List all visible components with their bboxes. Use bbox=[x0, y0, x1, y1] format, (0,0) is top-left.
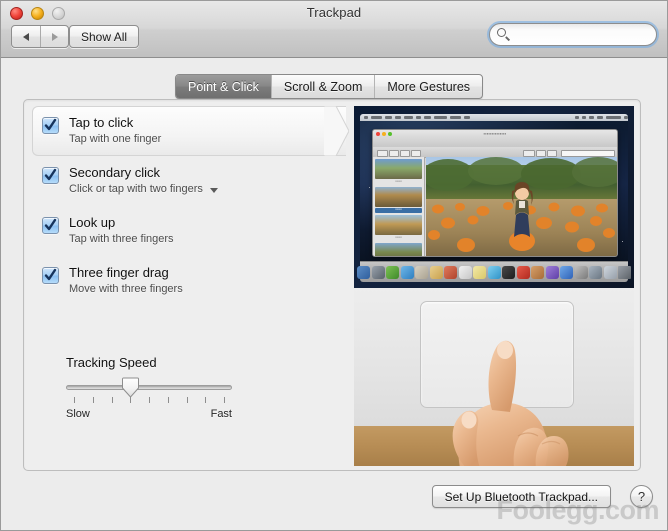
option-title: Tap to click bbox=[69, 115, 134, 130]
option-subtitle: Tap with one finger bbox=[69, 132, 161, 147]
slider-tick bbox=[92, 397, 94, 403]
gesture-options-list: Tap to click Tap with one finger Seconda… bbox=[24, 106, 349, 306]
point-and-click-panel: Tap to click Tap with one finger Seconda… bbox=[23, 99, 641, 471]
slider-tick bbox=[130, 397, 132, 403]
help-button[interactable]: ? bbox=[630, 485, 653, 508]
question-mark-icon: ? bbox=[637, 489, 646, 504]
tab-point-and-click[interactable]: Point & Click bbox=[176, 75, 271, 98]
tab-scroll-and-zoom[interactable]: Scroll & Zoom bbox=[270, 75, 375, 98]
preview-app-titlebar: ▪▪▪▪▪▪▪▪▪▪▪▪▪▪ bbox=[373, 130, 617, 148]
chevron-down-icon[interactable] bbox=[209, 187, 218, 193]
preview-app-title: ▪▪▪▪▪▪▪▪▪▪▪▪▪▪ bbox=[483, 131, 507, 136]
option-row-tap-to-click[interactable]: Tap to click Tap with one finger bbox=[24, 106, 349, 156]
slider-tick bbox=[205, 397, 207, 403]
preference-tab-bar: Point & Click Scroll & Zoom More Gesture… bbox=[175, 74, 484, 99]
slider-tick bbox=[111, 397, 113, 403]
preview-app-photo bbox=[426, 157, 617, 256]
mac-dock bbox=[357, 261, 631, 282]
trackpad-preferences-window: Trackpad Show All Point & Click Scroll &… bbox=[0, 0, 668, 531]
option-text-look-up: Look up Tap with three fingers bbox=[69, 215, 174, 247]
slider-tick bbox=[224, 397, 225, 403]
checkmark-icon bbox=[44, 118, 57, 131]
option-subtitle-text: Click or tap with two fingers bbox=[69, 183, 203, 195]
checkbox-secondary-click[interactable] bbox=[42, 167, 59, 184]
set-up-bluetooth-trackpad-label: Set Up Bluetooth Trackpad... bbox=[444, 489, 598, 504]
option-title: Three finger drag bbox=[69, 265, 169, 280]
pumpkin-patch-photo bbox=[426, 157, 617, 256]
slider-tick bbox=[186, 397, 188, 403]
option-subtitle-text: Move with three fingers bbox=[69, 283, 183, 295]
mac-desktop-wallpaper: ▪▪▪▪▪▪▪▪▪▪▪▪▪▪ ▪▪▪▪▪▪ ▪▪▪▪▪▪ ▪▪▪▪▪▪ bbox=[360, 121, 628, 261]
preview-app-sidebar: ▪▪▪▪▪▪ ▪▪▪▪▪▪ ▪▪▪▪▪▪ ▪▪▪▪▪▪ bbox=[373, 157, 425, 256]
tracking-speed-slider[interactable] bbox=[66, 377, 232, 398]
slider-min-label: Slow bbox=[66, 408, 90, 420]
slider-tick bbox=[149, 397, 150, 403]
option-text-secondary-click: Secondary click Click or tap with two fi… bbox=[69, 165, 218, 197]
option-title: Secondary click bbox=[69, 165, 161, 180]
slider-tick bbox=[167, 397, 169, 403]
tracking-speed-section: Tracking Speed Slow Fast bbox=[66, 355, 256, 420]
option-subtitle-text: Tap with three fingers bbox=[69, 233, 174, 245]
checkbox-three-finger-drag[interactable] bbox=[42, 267, 59, 284]
search-input[interactable] bbox=[513, 27, 656, 42]
option-row-secondary-click[interactable]: Secondary click Click or tap with two fi… bbox=[24, 156, 346, 206]
hand-illustration bbox=[452, 340, 569, 466]
option-text-tap-to-click: Tap to click Tap with one finger bbox=[69, 115, 161, 147]
navigation-segmented-control bbox=[11, 25, 69, 48]
search-field[interactable] bbox=[489, 23, 657, 46]
checkbox-look-up[interactable] bbox=[42, 217, 59, 234]
tab-more-gestures[interactable]: More Gestures bbox=[374, 75, 482, 98]
mac-screen: ▪▪▪▪▪▪▪▪▪▪▪▪▪▪ ▪▪▪▪▪▪ ▪▪▪▪▪▪ ▪▪▪▪▪▪ bbox=[357, 114, 631, 282]
mac-menubar bbox=[360, 114, 629, 121]
chevron-left-icon bbox=[23, 32, 29, 41]
chevron-right-icon bbox=[51, 32, 58, 41]
option-title: Look up bbox=[69, 215, 116, 230]
search-icon bbox=[494, 25, 513, 44]
checkmark-icon bbox=[44, 218, 57, 231]
option-row-three-finger-drag[interactable]: Three finger drag Move with three finger… bbox=[24, 256, 346, 306]
tracking-speed-label: Tracking Speed bbox=[66, 355, 157, 370]
gesture-preview-video: ▪▪▪▪▪▪▪▪▪▪▪▪▪▪ ▪▪▪▪▪▪ ▪▪▪▪▪▪ ▪▪▪▪▪▪ bbox=[354, 106, 634, 466]
checkbox-tap-to-click[interactable] bbox=[42, 117, 59, 134]
option-subtitle-text: Tap with one finger bbox=[69, 133, 162, 145]
show-all-button[interactable]: Show All bbox=[69, 25, 140, 48]
forward-button[interactable] bbox=[40, 26, 68, 47]
option-subtitle: Move with three fingers bbox=[69, 282, 183, 297]
window-title: Trackpad bbox=[306, 5, 362, 20]
preview-app-window: ▪▪▪▪▪▪▪▪▪▪▪▪▪▪ ▪▪▪▪▪▪ ▪▪▪▪▪▪ ▪▪▪▪▪▪ bbox=[372, 129, 618, 257]
checkmark-icon bbox=[44, 168, 57, 181]
slider-track[interactable] bbox=[66, 385, 232, 390]
back-button[interactable] bbox=[12, 26, 40, 47]
show-all-label: Show All bbox=[81, 29, 128, 44]
selected-row-pointer bbox=[324, 106, 349, 156]
preview-mac-desktop-scene: ▪▪▪▪▪▪▪▪▪▪▪▪▪▪ ▪▪▪▪▪▪ ▪▪▪▪▪▪ ▪▪▪▪▪▪ bbox=[354, 106, 634, 288]
window-titlebar: Trackpad Show All bbox=[1, 1, 667, 58]
preview-trackpad-scene bbox=[354, 288, 634, 466]
option-text-three-finger-drag: Three finger drag Move with three finger… bbox=[69, 265, 183, 297]
option-subtitle: Click or tap with two fingers bbox=[69, 182, 218, 197]
slider-tick bbox=[74, 397, 75, 403]
option-row-look-up[interactable]: Look up Tap with three fingers bbox=[24, 206, 346, 256]
checkmark-icon bbox=[44, 268, 57, 281]
set-up-bluetooth-trackpad-button[interactable]: Set Up Bluetooth Trackpad... bbox=[431, 485, 611, 508]
slider-max-label: Fast bbox=[210, 408, 232, 420]
search-field-container bbox=[487, 21, 659, 48]
slider-tick-marks bbox=[66, 397, 232, 407]
option-subtitle: Tap with three fingers bbox=[69, 232, 174, 247]
slider-thumb[interactable] bbox=[121, 377, 139, 398]
